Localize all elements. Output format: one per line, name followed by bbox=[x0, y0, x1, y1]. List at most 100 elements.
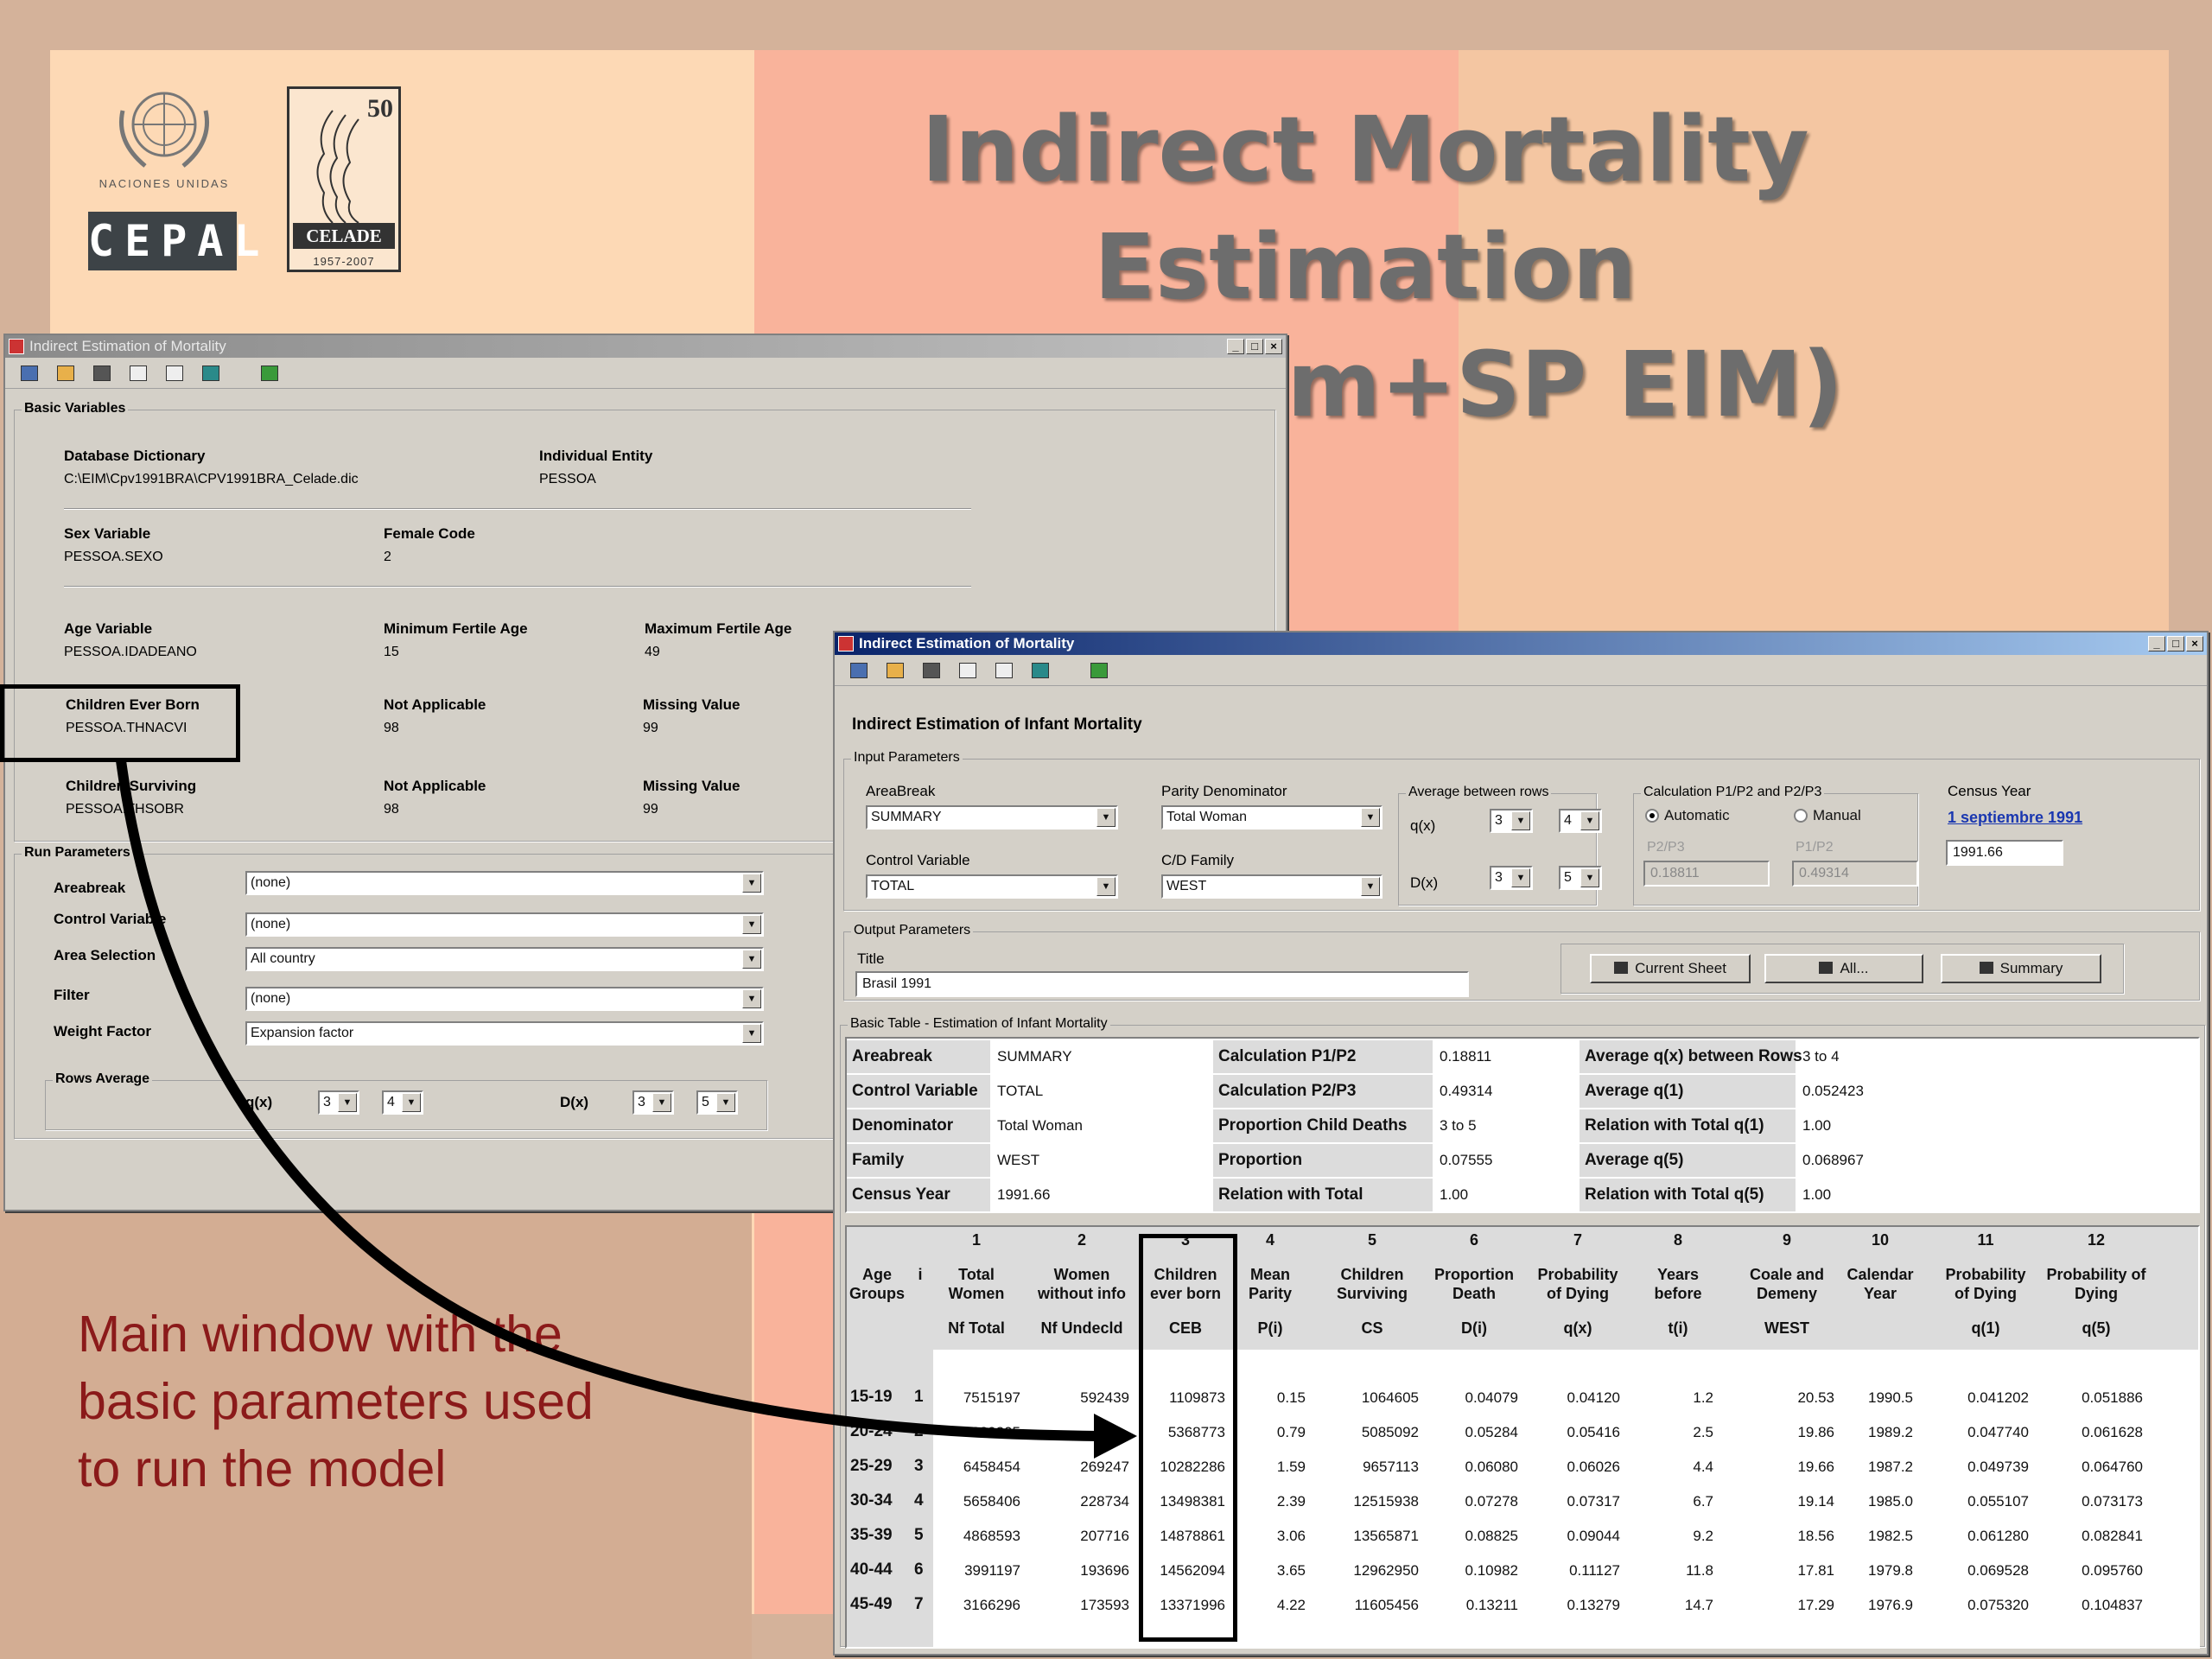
chevron-down-icon[interactable]: ▼ bbox=[338, 1093, 357, 1112]
table-cell: 0.075320 bbox=[1967, 1597, 2029, 1613]
chevron-down-icon[interactable]: ▼ bbox=[742, 915, 761, 934]
db-dictionary-value[interactable]: C:\EIM\Cpv1991BRA\CPV1991BRA_Celade.dic bbox=[64, 472, 359, 487]
summary-label-cell: Relation with Total bbox=[1213, 1179, 1433, 1211]
chevron-down-icon[interactable]: ▼ bbox=[1096, 808, 1116, 827]
table-cell: 193696 bbox=[1080, 1562, 1129, 1579]
missing-value-value[interactable]: 99 bbox=[643, 802, 658, 817]
chevron-down-icon[interactable]: ▼ bbox=[402, 1093, 421, 1112]
minimize-button[interactable]: _ bbox=[2148, 636, 2165, 652]
summary-value-cell: 0.18811 bbox=[1440, 1048, 1492, 1065]
cd-family-select[interactable]: WEST ▼ bbox=[1161, 874, 1382, 899]
chevron-down-icon[interactable]: ▼ bbox=[1361, 808, 1380, 827]
edit-button[interactable] bbox=[990, 658, 1018, 683]
qx-from-select[interactable]: 3 ▼ bbox=[318, 1090, 359, 1115]
database-button[interactable] bbox=[16, 361, 43, 385]
sex-variable-value[interactable]: PESSOA.SEXO bbox=[64, 550, 163, 565]
close-button[interactable]: × bbox=[1265, 339, 1282, 354]
help-button[interactable] bbox=[1027, 658, 1054, 683]
control-variable-select[interactable]: TOTAL ▼ bbox=[866, 874, 1118, 899]
chevron-down-icon[interactable]: ▼ bbox=[742, 950, 761, 969]
table-button[interactable] bbox=[954, 658, 982, 683]
chevron-down-icon[interactable]: ▼ bbox=[716, 1093, 735, 1112]
chevron-down-icon[interactable]: ▼ bbox=[1511, 868, 1530, 887]
automatic-radio[interactable]: Automatic bbox=[1645, 807, 1730, 824]
output-parameters-label: Output Parameters bbox=[851, 923, 974, 938]
areabreak-select-value: (none) bbox=[251, 875, 291, 890]
chevron-down-icon[interactable]: ▼ bbox=[1580, 868, 1599, 887]
dx-from-select[interactable]: 3 ▼ bbox=[1490, 866, 1533, 890]
automatic-radio-label: Automatic bbox=[1664, 807, 1730, 823]
age-variable-value[interactable]: PESSOA.IDADEANO bbox=[64, 645, 197, 660]
weight-factor-select[interactable]: Expansion factor ▼ bbox=[245, 1021, 764, 1046]
main-window-titlebar[interactable]: Indirect Estimation of Mortality _ □ × bbox=[5, 335, 1286, 358]
not-applicable-value[interactable]: 98 bbox=[384, 721, 399, 736]
row-age-group: 30-34 bbox=[850, 1491, 893, 1510]
column-name: Proportion Death bbox=[1434, 1266, 1514, 1302]
database-button[interactable] bbox=[845, 658, 873, 683]
chevron-down-icon[interactable]: ▼ bbox=[1096, 877, 1116, 896]
qx-to-select[interactable]: 4 ▼ bbox=[1559, 809, 1602, 833]
manual-radio[interactable]: Manual bbox=[1794, 807, 1861, 824]
book-icon bbox=[202, 365, 219, 381]
run-button[interactable] bbox=[881, 658, 909, 683]
areabreak-select[interactable]: (none) ▼ bbox=[245, 871, 764, 895]
chevron-down-icon[interactable]: ▼ bbox=[1511, 811, 1530, 830]
results-window-titlebar[interactable]: Indirect Estimation of Mortality _ □ × bbox=[835, 632, 2207, 655]
cs-value[interactable]: PESSOA.THSOBR bbox=[66, 802, 184, 817]
browse-button[interactable] bbox=[88, 361, 116, 385]
not-applicable-value[interactable]: 98 bbox=[384, 802, 399, 817]
chevron-down-icon[interactable]: ▼ bbox=[742, 874, 761, 893]
chevron-down-icon[interactable]: ▼ bbox=[742, 989, 761, 1008]
dx-from-select[interactable]: 3 ▼ bbox=[632, 1090, 674, 1115]
table-cell: 19.14 bbox=[1797, 1493, 1834, 1510]
chevron-down-icon[interactable]: ▼ bbox=[1580, 811, 1599, 830]
census-year-link[interactable]: 1 septiembre 1991 bbox=[1948, 809, 2082, 827]
close-button[interactable]: × bbox=[2186, 636, 2203, 652]
filter-label: Filter bbox=[54, 987, 90, 1003]
qx-to-select[interactable]: 4 ▼ bbox=[382, 1090, 423, 1115]
areabreak-select[interactable]: SUMMARY ▼ bbox=[866, 805, 1118, 830]
filter-select[interactable]: (none) ▼ bbox=[245, 987, 764, 1011]
table-button[interactable] bbox=[124, 361, 152, 385]
chevron-down-icon[interactable]: ▼ bbox=[652, 1093, 671, 1112]
chevron-down-icon[interactable]: ▼ bbox=[1361, 877, 1380, 896]
census-year-field[interactable]: 1991.66 bbox=[1946, 840, 2063, 866]
row-index: 5 bbox=[914, 1526, 924, 1544]
browse-button[interactable] bbox=[918, 658, 945, 683]
run-button[interactable] bbox=[52, 361, 79, 385]
individual-entity-value[interactable]: PESSOA bbox=[539, 472, 596, 487]
radio-dot bbox=[1645, 809, 1659, 823]
cd-family-select-value: WEST bbox=[1166, 879, 1207, 893]
maximize-button[interactable]: □ bbox=[1246, 339, 1263, 354]
title-field[interactable]: Brasil 1991 bbox=[855, 971, 1469, 997]
p2p3-field[interactable]: 0.18811 bbox=[1643, 861, 1770, 887]
all-button[interactable]: All... bbox=[1764, 954, 1923, 983]
not-applicable-label: Not Applicable bbox=[384, 696, 486, 713]
dx-to-select[interactable]: 5 ▼ bbox=[1559, 866, 1602, 890]
min-fertile-age-value[interactable]: 15 bbox=[384, 645, 399, 660]
female-code-value[interactable]: 2 bbox=[384, 550, 391, 565]
qx-label: q(x) bbox=[1410, 817, 1436, 834]
dx-to-value: 5 bbox=[702, 1095, 709, 1109]
maximize-button[interactable]: □ bbox=[2167, 636, 2184, 652]
minimize-button[interactable]: _ bbox=[1227, 339, 1244, 354]
dx-to-select[interactable]: 5 ▼ bbox=[696, 1090, 738, 1115]
missing-value-value[interactable]: 99 bbox=[643, 721, 658, 736]
un-label: NACIONES UNIDAS bbox=[99, 177, 230, 190]
summary-button[interactable]: Summary bbox=[1941, 954, 2101, 983]
chevron-down-icon[interactable]: ▼ bbox=[742, 1024, 761, 1043]
edit-button[interactable] bbox=[161, 361, 188, 385]
max-fertile-age-value[interactable]: 49 bbox=[645, 645, 660, 660]
exit-button[interactable] bbox=[1085, 658, 1113, 683]
help-button[interactable] bbox=[197, 361, 225, 385]
exit-button[interactable] bbox=[256, 361, 283, 385]
qx-label: q(x) bbox=[245, 1094, 273, 1110]
area-selection-select[interactable]: All country ▼ bbox=[245, 947, 764, 971]
qx-from-select[interactable]: 3 ▼ bbox=[1490, 809, 1533, 833]
current-sheet-button[interactable]: Current Sheet bbox=[1590, 954, 1751, 983]
p1p2-field[interactable]: 0.49314 bbox=[1792, 861, 1918, 887]
parity-denominator-select[interactable]: Total Woman ▼ bbox=[1161, 805, 1382, 830]
control-variable-select[interactable]: (none) ▼ bbox=[245, 912, 764, 937]
table-cell: 2.39 bbox=[1276, 1493, 1306, 1510]
table-cell: 5085092 bbox=[1361, 1424, 1419, 1440]
